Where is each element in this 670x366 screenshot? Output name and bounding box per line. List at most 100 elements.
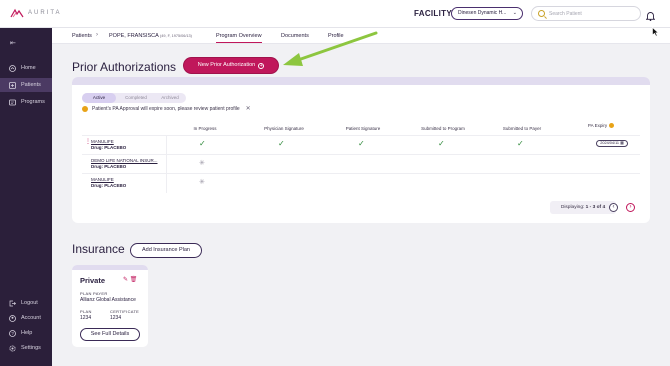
check-icon: ✓ bbox=[278, 139, 285, 148]
loading-spinner-icon: ✳ bbox=[199, 160, 205, 167]
pa-expiry-value: 2024/04/11 bbox=[600, 141, 620, 145]
mouse-cursor-icon bbox=[652, 27, 659, 37]
sidebar-item-label: Patients bbox=[21, 82, 41, 88]
certificate-label: CERTIFICATE bbox=[110, 309, 140, 314]
next-page-button[interactable]: › bbox=[626, 203, 635, 212]
annotation-arrow-head bbox=[283, 53, 303, 66]
trash-icon[interactable]: 🗑 bbox=[130, 277, 138, 283]
check-icon: ✓ bbox=[438, 139, 445, 148]
logout-icon bbox=[9, 300, 16, 306]
sidebar-item-programs[interactable]: Programs bbox=[0, 95, 52, 109]
row-payer-link[interactable]: MANULIFE bbox=[91, 139, 114, 144]
sidebar-item-home[interactable]: Home bbox=[0, 61, 52, 75]
account-icon bbox=[9, 314, 16, 322]
patients-icon bbox=[9, 81, 16, 89]
notification-bell-icon[interactable] bbox=[645, 8, 656, 26]
row-drug: Drug: PLACEBO bbox=[91, 164, 127, 169]
check-icon: ✓ bbox=[517, 139, 524, 148]
new-prior-authorization-button[interactable]: New Prior Authorization + bbox=[184, 58, 278, 73]
tab-documents[interactable]: Documents bbox=[281, 33, 309, 39]
svg-text:?: ? bbox=[11, 331, 14, 336]
new-pa-label: New Prior Authorization bbox=[197, 62, 256, 68]
breadcrumb-patient-name: POPE, FRANSISCA (49, F, 1975/06/13) bbox=[109, 33, 192, 39]
insurance-card-actions: ✎ 🗑 bbox=[123, 276, 137, 283]
pa-filter-tabs: Active Completed Archived bbox=[82, 93, 186, 103]
help-icon: ? bbox=[9, 329, 16, 337]
tab-profile[interactable]: Profile bbox=[328, 33, 344, 39]
patient-name: POPE, FRANSISCA bbox=[109, 33, 159, 39]
sidebar-item-account[interactable]: Account bbox=[0, 311, 52, 325]
sidebar-item-label: Logout bbox=[21, 300, 38, 306]
top-bar: AURITA FACILITY Dinesen Dynamic H... ⌄ S… bbox=[0, 0, 670, 28]
prior-authorizations-title: Prior Authorizations bbox=[72, 60, 177, 74]
insurance-type: Private bbox=[80, 276, 106, 285]
row-divider bbox=[166, 155, 167, 174]
warning-icon bbox=[609, 123, 615, 128]
breadcrumb-patients-link[interactable]: Patients bbox=[72, 33, 92, 39]
plan-payer-label: PLAN PAYER bbox=[80, 291, 108, 296]
sidebar-item-label: Help bbox=[21, 330, 33, 336]
app-logo[interactable]: AURITA bbox=[10, 8, 62, 18]
search-input[interactable]: Search Patient bbox=[531, 6, 641, 21]
table-row[interactable]: DEMO LIFE NATIONAL INSUR... Drug: PLACEB… bbox=[82, 154, 640, 174]
see-full-details-button[interactable]: See Full Details bbox=[80, 328, 140, 341]
table-row[interactable]: ⋮ MANULIFE Drug: PLACEBO ✓ ✓ ✓ ✓ ✓ 2024/… bbox=[82, 135, 640, 155]
pa-expiry-date[interactable]: 2024/04/11 ▦ bbox=[596, 140, 628, 147]
col-physician-signature: Physician Signature bbox=[264, 126, 304, 131]
card-header-strip bbox=[72, 77, 650, 85]
settings-icon bbox=[9, 344, 16, 352]
chevron-down-icon: ⌄ bbox=[512, 10, 517, 16]
programs-icon bbox=[9, 99, 16, 105]
sidebar: ⇤ Home Patients Programs Logout Account … bbox=[0, 28, 52, 366]
insurance-title: Insurance bbox=[72, 242, 125, 256]
col-pa-expiry: PA Expiry bbox=[578, 123, 624, 128]
add-insurance-plan-button[interactable]: Add Insurance Plan bbox=[130, 243, 202, 258]
chevron-right-icon: › bbox=[96, 32, 98, 38]
logo-mark-icon bbox=[10, 8, 24, 18]
row-payer-link[interactable]: DEMO LIFE NATIONAL INSUR... bbox=[91, 158, 158, 163]
facility-select-value: Dinesen Dynamic H... bbox=[458, 10, 507, 16]
patient-meta: (49, F, 1975/06/13) bbox=[160, 34, 192, 38]
search-placeholder: Search Patient bbox=[549, 11, 582, 17]
check-icon: ✓ bbox=[358, 139, 365, 148]
pagination-info: Displaying: 1 - 3 of 4 bbox=[550, 201, 616, 214]
sidebar-item-label: Home bbox=[21, 65, 36, 71]
pagination-range: 1 - 3 of 4 bbox=[585, 205, 606, 210]
filter-tab-completed[interactable]: Completed bbox=[118, 93, 154, 103]
collapse-sidebar-icon[interactable]: ⇤ bbox=[10, 39, 16, 47]
col-in-progress: In Progress bbox=[193, 126, 217, 131]
col-pa-expiry-label: PA Expiry bbox=[587, 123, 608, 128]
sidebar-item-settings[interactable]: Settings bbox=[0, 341, 52, 355]
sidebar-item-help[interactable]: ? Help bbox=[0, 326, 52, 340]
previous-page-button[interactable]: ‹ bbox=[609, 203, 618, 212]
logo-text: AURITA bbox=[28, 10, 62, 16]
facility-label: FACILITY bbox=[414, 9, 452, 18]
edit-icon[interactable]: ✎ bbox=[123, 277, 128, 283]
close-icon[interactable]: ✕ bbox=[246, 105, 251, 112]
col-patient-signature: Patient Signature bbox=[345, 126, 381, 131]
row-drug: Drug: PLACEBO bbox=[91, 183, 127, 188]
sidebar-item-label: Settings bbox=[21, 345, 41, 351]
insurance-card: Private ✎ 🗑 PLAN PAYER Allianz Global As… bbox=[72, 265, 148, 347]
filter-tab-archived[interactable]: Archived bbox=[154, 93, 186, 103]
loading-spinner-icon: ✳ bbox=[199, 179, 205, 186]
prior-authorizations-card: Active Completed Archived Patient's PA A… bbox=[72, 77, 650, 223]
facility-select[interactable]: Dinesen Dynamic H... ⌄ bbox=[451, 7, 523, 20]
plan-value: 1234 bbox=[80, 315, 92, 321]
filter-tab-active[interactable]: Active bbox=[82, 93, 116, 103]
row-divider bbox=[166, 136, 167, 155]
row-divider bbox=[166, 174, 167, 193]
col-submitted-to-program: Submitted to Program bbox=[421, 126, 465, 131]
sidebar-item-logout[interactable]: Logout bbox=[0, 296, 52, 310]
sidebar-item-label: Programs bbox=[21, 99, 45, 105]
plan-label: PLAN bbox=[80, 309, 92, 314]
pagination-prefix: Displaying: bbox=[560, 205, 585, 210]
row-payer-link[interactable]: MANULIFE bbox=[91, 177, 114, 182]
row-drug: Drug: PLACEBO bbox=[91, 145, 127, 150]
table-row[interactable]: MANULIFE Drug: PLACEBO ✳ bbox=[82, 173, 640, 193]
plan-payer-value: Allianz Global Assistance bbox=[80, 297, 136, 303]
tab-program-overview[interactable]: Program Overview bbox=[216, 33, 262, 43]
patient-subnav: Patients › POPE, FRANSISCA (49, F, 1975/… bbox=[52, 28, 670, 44]
sidebar-item-label: Account bbox=[21, 315, 41, 321]
sidebar-item-patients[interactable]: Patients bbox=[0, 78, 52, 92]
